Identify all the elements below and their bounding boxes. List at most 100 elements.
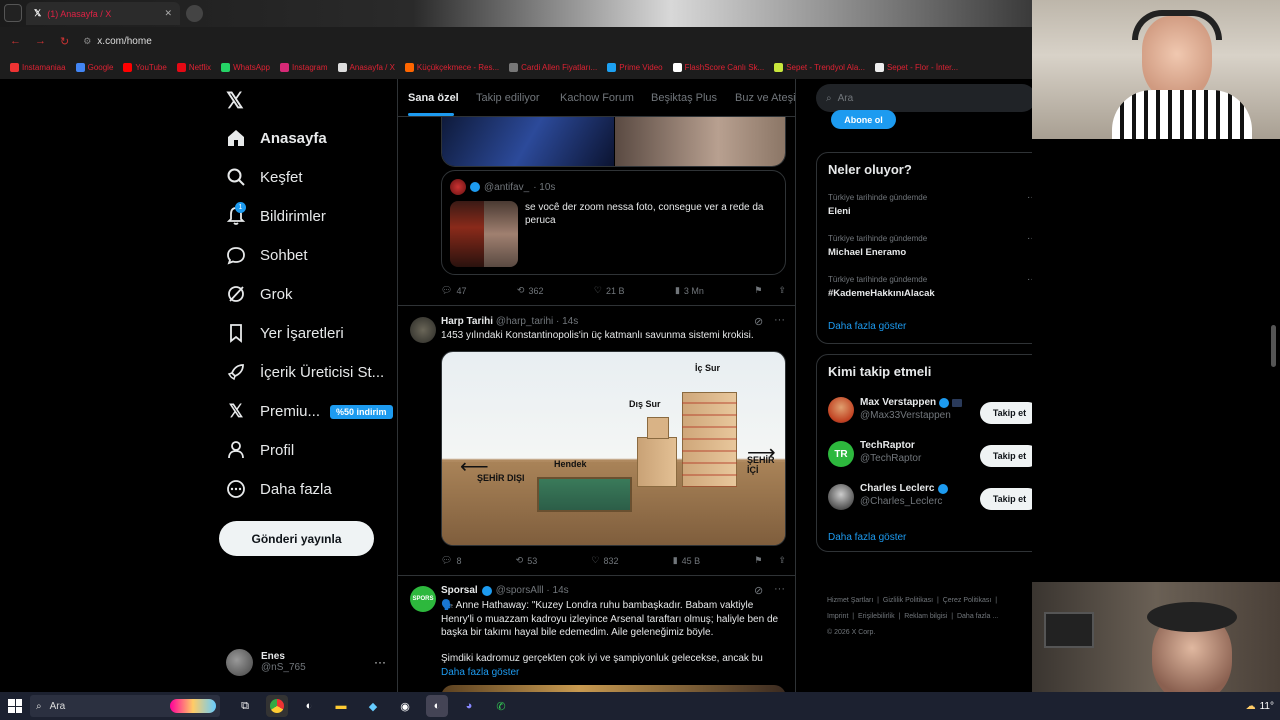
bookmark-item[interactable]: FlashScore Canlı Sk...: [672, 62, 764, 72]
nav-more[interactable]: Daha fazla: [226, 479, 332, 499]
tab-kachow-forum[interactable]: Kachow Forum: [560, 92, 634, 104]
footer-link[interactable]: Imprint: [827, 613, 848, 620]
steam-icon[interactable]: ◐: [298, 695, 320, 717]
windows-start-icon[interactable]: [8, 699, 22, 713]
trend-item[interactable]: Türkiye tarihinde gündemde Eleni: [828, 193, 927, 217]
bookmark-item[interactable]: Sepet - Flor - İnter...: [874, 62, 958, 72]
taskbar-search[interactable]: ⌕ Ara: [30, 695, 220, 717]
bookmark-item[interactable]: Sepet - Trendyol Ala...: [774, 62, 865, 72]
bookmark-item[interactable]: Prime Video: [607, 62, 663, 72]
search-input[interactable]: Ara: [838, 93, 854, 104]
bookmark-item[interactable]: Google: [75, 62, 113, 72]
follow-button[interactable]: Takip et: [980, 402, 1032, 424]
account-switcher[interactable]: Enes @nS_765 ···: [226, 647, 386, 677]
tab-besiktas-plus[interactable]: Beşiktaş Plus: [651, 92, 717, 104]
views-button[interactable]: ▮ 45 B: [673, 555, 700, 566]
post2-author[interactable]: Harp Tarihi: [441, 316, 493, 327]
views-button[interactable]: ▮ 3 Mn: [675, 285, 704, 296]
browser-tab-active[interactable]: 𝕏 (1) Anasayfa / X ✕: [26, 2, 180, 25]
footer-link[interactable]: Erişilebilirlik: [858, 613, 895, 620]
obs-icon[interactable]: ◉: [394, 695, 416, 717]
file-explorer-icon[interactable]: ▬: [330, 695, 352, 717]
repost-button[interactable]: ⟲ 362: [517, 285, 544, 296]
whatsapp-icon[interactable]: ✆: [490, 695, 512, 717]
steam-running-icon[interactable]: ◐: [426, 695, 448, 717]
post2-grok-icon[interactable]: ⊘: [754, 315, 763, 328]
repost-button[interactable]: ⟲ 53: [516, 555, 538, 566]
account-more-icon[interactable]: ···: [374, 655, 386, 669]
avatar[interactable]: [828, 484, 854, 510]
avatar[interactable]: TR: [828, 441, 854, 467]
trend-item[interactable]: Türkiye tarihinde gündemde Michael Enera…: [828, 234, 927, 258]
post3-avatar[interactable]: SPORS: [410, 586, 436, 612]
x-logo-icon[interactable]: 𝕏: [226, 88, 244, 114]
reload-icon[interactable]: ↻: [60, 35, 69, 48]
url-field[interactable]: x.com/home: [97, 36, 151, 47]
post2-avatar[interactable]: [410, 317, 436, 343]
post2-media[interactable]: ⟵ ⟶ ŞEHİR DIŞI ŞEHİR İÇİ Hendek Dış Sur …: [441, 351, 786, 546]
post3-media[interactable]: [441, 685, 786, 692]
like-button[interactable]: ♡ 832: [591, 555, 618, 566]
browser-menu-icon[interactable]: [4, 4, 22, 22]
bookmark-item[interactable]: Netflix: [176, 62, 211, 72]
post3-handle[interactable]: @sporsAlll · 14s: [496, 585, 569, 596]
nav-explore[interactable]: Keşfet: [226, 167, 303, 187]
nav-home[interactable]: Anasayfa: [226, 128, 327, 148]
post3-show-more[interactable]: Daha fazla göster: [441, 667, 519, 678]
footer-link[interactable]: Çerez Politikası: [943, 597, 992, 604]
site-info-icon[interactable]: ⚙: [83, 36, 91, 47]
suggestion-user[interactable]: TechRaptor @TechRaptor: [860, 440, 921, 464]
footer-link[interactable]: Reklam bilgisi: [904, 613, 947, 620]
quoted-post[interactable]: @antifav_ · 10s se você der zoom nessa f…: [441, 170, 786, 275]
close-tab-icon[interactable]: ✕: [164, 8, 172, 19]
nav-premium[interactable]: 𝕏 Premiu... %50 indirim: [226, 401, 393, 422]
post2-more-icon[interactable]: ···: [774, 314, 785, 326]
post3-grok-icon[interactable]: ⊘: [754, 584, 763, 597]
search-box[interactable]: ⌕ Ara: [816, 84, 1032, 112]
app-icon[interactable]: ◆: [362, 695, 384, 717]
follow-button[interactable]: Takip et: [980, 488, 1032, 510]
bookmark-item[interactable]: YouTube: [123, 62, 167, 72]
taskbar-search-input[interactable]: Ara: [50, 701, 66, 712]
bookmark-item[interactable]: Küçükçekmece - Res...: [404, 62, 499, 72]
suggestion-user[interactable]: Charles Leclerc @Charles_Leclerc: [860, 483, 948, 507]
reply-button[interactable]: 💬︎ 8: [441, 555, 461, 566]
tab-for-you[interactable]: Sana özel: [408, 92, 459, 104]
post2-handle[interactable]: @harp_tarihi · 14s: [496, 316, 578, 327]
bookmark-item[interactable]: Instamaniaa: [10, 62, 66, 72]
bookmark-item[interactable]: WhatsApp: [221, 62, 270, 72]
bookmark-item[interactable]: Instagram: [279, 62, 328, 72]
bookmark-item[interactable]: Anasayfa / X: [337, 62, 395, 72]
page-scrollbar[interactable]: [1271, 325, 1276, 367]
back-icon[interactable]: ←: [10, 35, 21, 47]
footer-link[interactable]: Gizlilik Politikası: [883, 597, 933, 604]
chrome-icon[interactable]: [266, 695, 288, 717]
suggestion-user[interactable]: Max Verstappen @Max33Verstappen: [860, 397, 963, 421]
post-button[interactable]: Gönderi yayınla: [219, 521, 374, 556]
new-tab-button[interactable]: [186, 5, 203, 22]
discord-icon[interactable]: ◕: [458, 695, 480, 717]
nav-bookmarks[interactable]: Yer İşaretleri: [226, 323, 344, 343]
footer-link[interactable]: Daha fazla ...: [957, 613, 998, 620]
weather-widget[interactable]: ☁ 11°: [1246, 701, 1274, 712]
post3-more-icon[interactable]: ···: [774, 583, 785, 595]
tab-buz-ve-atesin[interactable]: Buz ve Ateşin: [735, 92, 795, 104]
bookmark-item[interactable]: Cardi Allen Fiyatları...: [509, 62, 597, 72]
reply-button[interactable]: 💬︎ 47: [441, 285, 466, 296]
like-button[interactable]: ♡ 21 B: [594, 285, 625, 296]
nav-grok[interactable]: Grok: [226, 284, 293, 304]
bookmark-post-button[interactable]: ⚑ ⇪: [754, 285, 786, 296]
footer-link[interactable]: Hizmet Şartları: [827, 597, 873, 604]
post3-author[interactable]: Sporsal: [441, 585, 478, 596]
task-view-icon[interactable]: ⧉: [234, 695, 256, 717]
nav-chat[interactable]: Sohbet: [226, 245, 308, 265]
post1-media[interactable]: [441, 117, 786, 167]
tab-following[interactable]: Takip ediliyor: [476, 92, 540, 104]
nav-creator-studio[interactable]: İçerik Üreticisi St...: [226, 362, 384, 382]
share-icon[interactable]: ⇪: [778, 285, 786, 296]
share-icon[interactable]: ⇪: [778, 555, 786, 566]
subscribe-button[interactable]: Abone ol: [831, 110, 896, 129]
nav-notifications[interactable]: 1 Bildirimler: [226, 202, 326, 226]
trends-show-more[interactable]: Daha fazla göster: [828, 321, 906, 332]
forward-icon[interactable]: →: [35, 35, 46, 47]
